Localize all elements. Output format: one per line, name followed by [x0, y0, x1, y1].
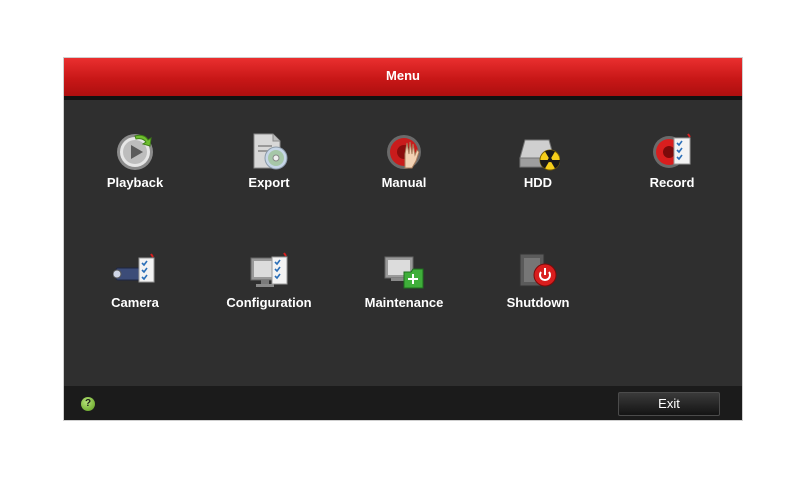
menu-item-label: Maintenance: [364, 295, 444, 310]
menu-item-record[interactable]: Record: [607, 100, 737, 200]
menu-item-label: Export: [248, 175, 290, 190]
playback-icon: [117, 134, 153, 170]
exit-button[interactable]: Exit: [618, 392, 720, 416]
menu-item-label: HDD: [523, 175, 553, 190]
camera-icon: [113, 253, 155, 283]
configuration-icon: [250, 252, 288, 287]
hdd-icon: [519, 139, 560, 171]
menu-item-manual[interactable]: Manual: [339, 100, 469, 200]
menu-item-configuration[interactable]: Configuration: [204, 220, 334, 320]
export-icon: [253, 133, 288, 170]
manual-icon: [387, 135, 421, 169]
menu-item-playback[interactable]: Playback: [70, 100, 200, 200]
menu-item-label: Configuration: [226, 295, 312, 310]
menu-grid: Playback Export Manual HDD Record Camera…: [64, 100, 742, 386]
record-icon: [653, 133, 691, 168]
menu-item-label: Manual: [381, 175, 427, 190]
shutdown-icon: [519, 253, 557, 287]
help-icon[interactable]: ?: [81, 397, 95, 411]
window-title: Menu: [64, 58, 742, 96]
menu-item-maintenance[interactable]: Maintenance: [339, 220, 469, 320]
menu-window: Menu Playback Export Manual HDD Record C…: [64, 58, 742, 420]
menu-item-label: Playback: [106, 175, 164, 190]
menu-item-label: Record: [649, 175, 695, 190]
menu-item-label: Shutdown: [506, 295, 570, 310]
menu-item-hdd[interactable]: HDD: [473, 100, 603, 200]
menu-item-shutdown[interactable]: Shutdown: [473, 220, 603, 320]
menu-item-label: Camera: [111, 295, 159, 310]
menu-item-camera[interactable]: Camera: [70, 220, 200, 320]
maintenance-icon: [384, 256, 424, 289]
menu-item-export[interactable]: Export: [204, 100, 334, 200]
footer-bar: ? Exit: [64, 386, 742, 420]
